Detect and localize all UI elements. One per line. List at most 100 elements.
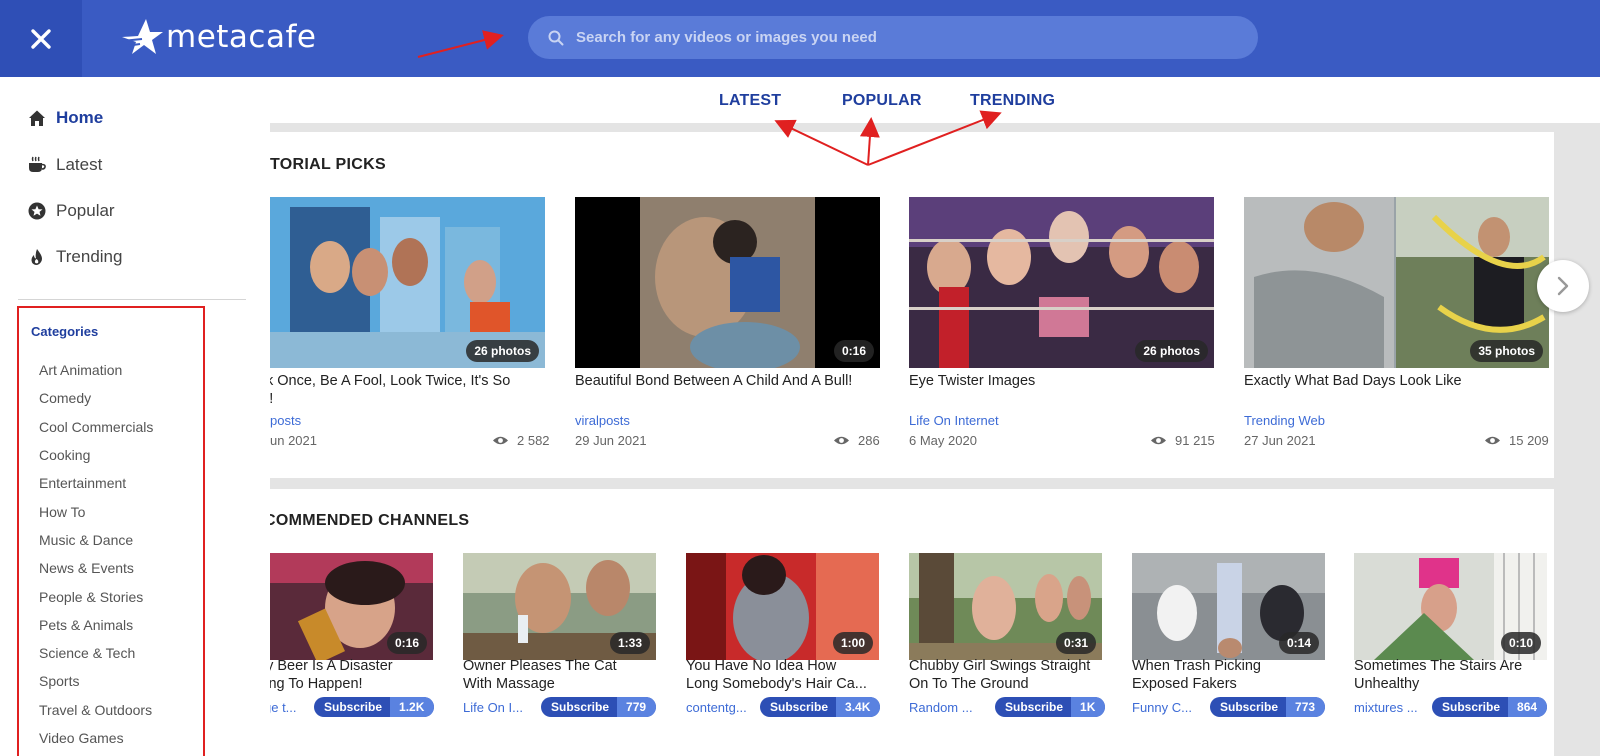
channel-video-thumbnail[interactable]: 0:10 [1354, 553, 1547, 660]
channel-name[interactable]: ge t... [264, 700, 314, 715]
subscribe-button[interactable]: Subscribe 1K [995, 697, 1106, 717]
channel-video-title[interactable]: hy Beer Is A Disaster iting To Happen! [258, 657, 438, 693]
subscribe-button[interactable]: Subscribe 779 [541, 697, 657, 717]
editorial-thumbnail[interactable]: 35 photos [1244, 197, 1549, 368]
logo-text: metacafe [166, 19, 317, 55]
star-circle-icon [28, 202, 46, 220]
channel-video-title[interactable]: Sometimes The Stairs Are Unhealthy [1354, 657, 1554, 693]
category-cooking[interactable]: Cooking [39, 447, 90, 463]
category-music-dance[interactable]: Music & Dance [39, 532, 133, 548]
channel-name[interactable]: Life On I... [463, 700, 538, 715]
flame-icon [31, 249, 42, 265]
subscribe-button[interactable]: Subscribe 864 [1432, 697, 1548, 717]
subscribe-button[interactable]: Subscribe 1.2K [314, 697, 435, 717]
sidebar-item-popular[interactable]: Popular [28, 199, 115, 223]
sidebar-item-trending[interactable]: Trending [28, 245, 122, 269]
duration-badge: 0:10 [1500, 632, 1541, 654]
subscriber-count: 773 [1286, 697, 1326, 717]
category-comedy[interactable]: Comedy [39, 390, 91, 406]
editorial-card-views: 15 209 [1484, 433, 1549, 448]
category-news-events[interactable]: News & Events [39, 560, 134, 576]
home-icon [29, 110, 45, 126]
section-title: COMMENDED CHANNELS [264, 512, 470, 529]
top-header: metacafe [0, 0, 1600, 77]
channel-video-title[interactable]: When Trash Picking Exposed Fakers [1132, 657, 1332, 693]
metacafe-logo[interactable]: metacafe [120, 14, 316, 60]
category-video-games[interactable]: Video Games [39, 730, 124, 746]
category-travel-outdoors[interactable]: Travel & Outdoors [39, 702, 152, 718]
sidebar: Home Latest Popular Trending Categories … [0, 77, 270, 756]
category-entertainment[interactable]: Entertainment [39, 475, 126, 491]
sidebar-item-label: Trending [56, 247, 123, 266]
recommended-channels-section: COMMENDED CHANNELS 0:16 hy Beer Is A Dis… [258, 489, 1554, 756]
sidebar-item-label: Popular [56, 201, 115, 220]
editorial-card-title[interactable]: Eye Twister Images [909, 372, 1214, 390]
subscriber-count: 779 [617, 697, 657, 717]
channel-video-thumbnail[interactable]: 0:16 [270, 553, 433, 660]
category-people-stories[interactable]: People & Stories [39, 589, 143, 605]
tab-popular[interactable]: POPULAR [842, 92, 922, 110]
editorial-card-date: un 2021 [270, 433, 317, 448]
channel-video-thumbnail[interactable]: 1:33 [463, 553, 656, 660]
category-pets-animals[interactable]: Pets & Animals [39, 617, 133, 633]
photo-count-badge: 26 photos [466, 340, 539, 362]
subscriber-count: 3.4K [836, 697, 881, 717]
editorial-card-channel[interactable]: Life On Internet [909, 413, 999, 428]
category-sports[interactable]: Sports [39, 673, 79, 689]
channel-name[interactable]: Funny C... [1132, 700, 1200, 715]
editorial-thumbnail[interactable]: 0:16 [575, 197, 880, 368]
search-input[interactable] [576, 29, 1216, 46]
editorial-thumbnail[interactable]: 26 photos [909, 197, 1214, 368]
editorial-card-title[interactable]: k Once, Be A Fool, Look Twice, It's So l… [266, 372, 546, 408]
editorial-card-date: 29 Jun 2021 [575, 433, 647, 448]
subscribe-button[interactable]: Subscribe 3.4K [760, 697, 881, 717]
tab-latest[interactable]: LATEST [719, 92, 781, 110]
editorial-card-channel[interactable]: Trending Web [1244, 413, 1325, 428]
category-how-to[interactable]: How To [39, 504, 85, 520]
coffee-cup-icon [29, 156, 46, 172]
eye-icon [493, 436, 508, 445]
section-title: TORIAL PICKS [270, 156, 386, 173]
star-logo-icon [121, 19, 163, 54]
sidebar-item-latest[interactable]: Latest [28, 153, 102, 177]
category-cool-commercials[interactable]: Cool Commercials [39, 419, 153, 435]
channel-name[interactable]: mixtures ... [1354, 700, 1424, 715]
eye-icon [1151, 436, 1166, 445]
editorial-card-channel[interactable]: viralposts [575, 413, 630, 428]
channel-video-thumbnail[interactable]: 1:00 [686, 553, 879, 660]
subscriber-count: 864 [1508, 697, 1548, 717]
channel-name[interactable]: Random ... [909, 700, 984, 715]
search-bar[interactable] [528, 16, 1258, 59]
duration-badge: 0:31 [1055, 632, 1096, 654]
subscriber-count: 1.2K [390, 697, 435, 717]
carousel-next-button[interactable] [1537, 260, 1589, 312]
channel-video-thumbnail[interactable]: 0:14 [1132, 553, 1325, 660]
editorial-card-title[interactable]: Exactly What Bad Days Look Like [1244, 372, 1549, 390]
sidebar-item-label: Home [56, 108, 104, 127]
channel-video-thumbnail[interactable]: 0:31 [909, 553, 1102, 660]
eye-icon [834, 436, 849, 445]
content-tabs-bar: LATEST POPULAR TRENDING [270, 77, 1600, 123]
tab-trending[interactable]: TRENDING [970, 92, 1055, 110]
category-science-tech[interactable]: Science & Tech [39, 645, 135, 661]
sidebar-item-label: Latest [56, 155, 103, 174]
photo-count-badge: 35 photos [1470, 340, 1543, 362]
duration-badge: 0:16 [386, 632, 427, 654]
editorial-card-views: 286 [833, 433, 880, 448]
close-menu-button[interactable] [0, 0, 82, 77]
editorial-card-channel[interactable]: posts [270, 413, 301, 428]
editorial-thumbnail[interactable]: 26 photos [270, 197, 545, 368]
sidebar-item-home[interactable]: Home [28, 106, 103, 130]
categories-title: Categories [31, 324, 99, 339]
subscribe-button[interactable]: Subscribe 773 [1210, 697, 1326, 717]
channel-video-title[interactable]: Owner Pleases The Cat With Massage [463, 657, 658, 693]
channel-video-title[interactable]: Chubby Girl Swings Straight On To The Gr… [909, 657, 1109, 693]
channel-video-title[interactable]: You Have No Idea How Long Somebody's Hai… [686, 657, 886, 693]
editorial-card-views: 91 215 [1150, 433, 1215, 448]
channel-name[interactable]: contentg... [686, 700, 766, 715]
category-art-animation[interactable]: Art Animation [39, 362, 122, 378]
editorial-card-title[interactable]: Beautiful Bond Between A Child And A Bul… [575, 372, 880, 390]
editorial-picks-section: TORIAL PICKS 26 photos k Once, Be A Fool… [266, 132, 1554, 478]
editorial-card-date: 6 May 2020 [909, 433, 977, 448]
thumbnail-image [575, 197, 880, 368]
